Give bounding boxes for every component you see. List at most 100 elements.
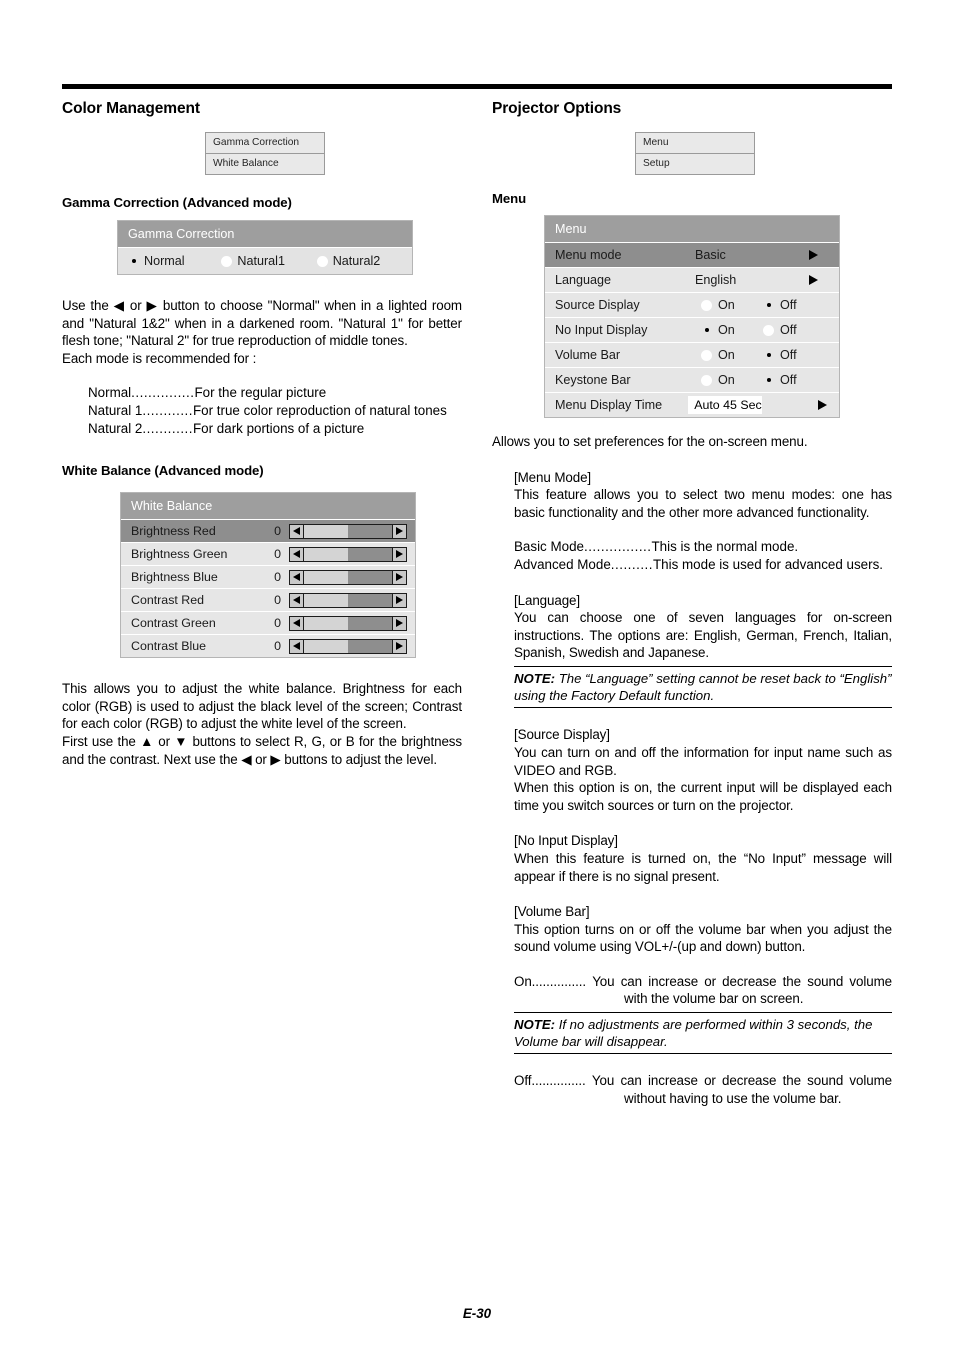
chevron-right-icon[interactable] bbox=[806, 400, 839, 410]
chevron-right-icon[interactable] bbox=[795, 275, 831, 285]
manual-page: Color Management Gamma Correction White … bbox=[0, 0, 954, 1348]
radio-selected-icon bbox=[128, 256, 139, 267]
white-balance-slider[interactable] bbox=[289, 546, 407, 562]
white-balance-slider[interactable] bbox=[289, 615, 407, 631]
slider-increase-icon[interactable] bbox=[393, 616, 406, 630]
menu-row-volume-bar[interactable]: Volume Bar On Off bbox=[545, 342, 839, 367]
white-balance-value: 0 bbox=[274, 570, 281, 585]
menu-option-on[interactable]: On bbox=[701, 323, 763, 337]
menu-row-menu-mode[interactable]: Menu mode Basic bbox=[545, 242, 839, 267]
white-balance-slider[interactable] bbox=[289, 638, 407, 654]
nav-item-white-balance[interactable]: White Balance bbox=[206, 153, 324, 174]
white-balance-label: Contrast Blue bbox=[131, 639, 207, 654]
slider-decrease-icon[interactable] bbox=[290, 547, 303, 561]
white-balance-slider[interactable] bbox=[289, 523, 407, 539]
gamma-option-label: Natural2 bbox=[332, 254, 381, 268]
white-balance-row[interactable]: Brightness Blue 0 bbox=[121, 565, 415, 589]
radio-selected-icon bbox=[763, 350, 774, 361]
white-balance-row[interactable]: Brightness Green 0 bbox=[121, 542, 415, 566]
nav-box-projector-options: Menu Setup bbox=[635, 132, 755, 175]
slider-track[interactable] bbox=[303, 639, 393, 653]
gamma-mode-desc: For dark portions of a picture bbox=[193, 420, 365, 436]
nav-item-gamma-correction[interactable]: Gamma Correction bbox=[206, 133, 324, 153]
osd-white-balance-header: White Balance bbox=[121, 493, 415, 520]
gamma-paragraph-2: Each mode is recommended for : bbox=[62, 350, 257, 366]
gamma-mode-name: Normal bbox=[88, 385, 132, 401]
menu-row-no-input-display[interactable]: No Input Display On Off bbox=[545, 317, 839, 342]
menu-mode-name: Basic Mode bbox=[514, 539, 584, 555]
white-balance-value: 0 bbox=[274, 547, 281, 562]
page-title-projector-options: Projector Options bbox=[492, 100, 622, 117]
slider-increase-icon[interactable] bbox=[393, 593, 406, 607]
header-rule bbox=[62, 84, 892, 89]
gamma-mode-name: Natural 1 bbox=[88, 402, 143, 418]
radio-unselected-icon bbox=[701, 349, 712, 361]
volume-bar-off-row: Off............... You can increase or d… bbox=[514, 1072, 892, 1107]
slider-track[interactable] bbox=[303, 593, 393, 607]
menu-row-value: Basic bbox=[695, 248, 726, 262]
radio-unselected-icon bbox=[701, 374, 712, 386]
white-balance-row[interactable]: Contrast Green 0 bbox=[121, 611, 415, 635]
gamma-paragraph: Use the ◀ or ▶ button to choose "Normal"… bbox=[62, 298, 462, 349]
menu-display-time-field[interactable]: Auto 45 Sec bbox=[688, 396, 762, 414]
page-title-color-management: Color Management bbox=[62, 100, 200, 117]
gamma-option-natural1[interactable]: Natural1 bbox=[221, 254, 316, 268]
slider-decrease-icon[interactable] bbox=[290, 616, 303, 630]
slider-decrease-icon[interactable] bbox=[290, 639, 303, 653]
slider-track[interactable] bbox=[303, 524, 393, 538]
slider-decrease-icon[interactable] bbox=[290, 524, 303, 538]
slider-decrease-icon[interactable] bbox=[290, 570, 303, 584]
menu-option-on[interactable]: On bbox=[701, 298, 763, 312]
white-balance-value: 0 bbox=[274, 593, 281, 608]
slider-increase-icon[interactable] bbox=[393, 524, 406, 538]
white-balance-value: 0 bbox=[274, 524, 281, 539]
list-item: Advanced Mode .......... This mode is us… bbox=[514, 556, 892, 574]
subtitle-gamma-correction: Gamma Correction (Advanced mode) bbox=[62, 195, 292, 210]
menu-option-on[interactable]: On bbox=[701, 373, 763, 387]
white-balance-row[interactable]: Contrast Red 0 bbox=[121, 588, 415, 612]
menu-option-off[interactable]: Off bbox=[763, 373, 797, 387]
menu-option-off[interactable]: Off bbox=[763, 298, 797, 312]
radio-unselected-icon bbox=[221, 255, 233, 267]
menu-mode-heading: [Menu Mode] bbox=[514, 469, 592, 485]
white-balance-slider[interactable] bbox=[289, 592, 407, 608]
menu-option-off[interactable]: Off bbox=[763, 348, 797, 362]
menu-row-keystone-bar[interactable]: Keystone Bar On Off bbox=[545, 367, 839, 392]
slider-increase-icon[interactable] bbox=[393, 547, 406, 561]
radio-selected-icon bbox=[763, 375, 774, 386]
menu-row-menu-display-time[interactable]: Menu Display Time Auto 45 Sec bbox=[545, 392, 839, 417]
nav-item-setup[interactable]: Setup bbox=[636, 153, 754, 174]
slider-increase-icon[interactable] bbox=[393, 570, 406, 584]
chevron-right-icon[interactable] bbox=[795, 250, 831, 260]
menu-option-label: Off bbox=[780, 298, 797, 312]
gamma-option-normal[interactable]: Normal bbox=[128, 254, 221, 268]
menu-row-label: Menu mode bbox=[555, 248, 622, 262]
menu-option-label: Off bbox=[780, 373, 797, 387]
slider-track[interactable] bbox=[303, 547, 393, 561]
menu-option-off[interactable]: Off bbox=[763, 323, 797, 337]
menu-option-on[interactable]: On bbox=[701, 348, 763, 362]
white-balance-row[interactable]: Contrast Blue 0 bbox=[121, 634, 415, 658]
note-body: The “Language” setting cannot be reset b… bbox=[514, 670, 892, 704]
gamma-mode-desc: For the regular picture bbox=[194, 385, 327, 401]
radio-unselected-icon bbox=[316, 255, 328, 267]
radio-selected-icon bbox=[763, 300, 774, 311]
menu-row-language[interactable]: Language English bbox=[545, 267, 839, 292]
menu-row-label: Source Display bbox=[555, 298, 640, 312]
menu-row-source-display[interactable]: Source Display On Off bbox=[545, 292, 839, 317]
white-balance-value: 0 bbox=[274, 639, 281, 654]
note-volume-bar: NOTE: If no adjustments are performed wi… bbox=[514, 1012, 892, 1055]
slider-track[interactable] bbox=[303, 570, 393, 584]
slider-increase-icon[interactable] bbox=[393, 639, 406, 653]
slider-decrease-icon[interactable] bbox=[290, 593, 303, 607]
menu-row-label: Volume Bar bbox=[555, 348, 621, 362]
note-body: If no adjustments are performed within 3… bbox=[514, 1017, 873, 1050]
white-balance-row[interactable]: Brightness Red 0 bbox=[121, 519, 415, 543]
nav-item-menu[interactable]: Menu bbox=[636, 133, 754, 153]
white-balance-slider[interactable] bbox=[289, 569, 407, 585]
white-balance-value: 0 bbox=[274, 616, 281, 631]
gamma-option-natural2[interactable]: Natural2 bbox=[316, 254, 412, 268]
menu-mode-block: [Menu Mode] This feature allows you to s… bbox=[514, 469, 892, 1108]
leader-dots: ............... bbox=[531, 973, 586, 989]
slider-track[interactable] bbox=[303, 616, 393, 630]
